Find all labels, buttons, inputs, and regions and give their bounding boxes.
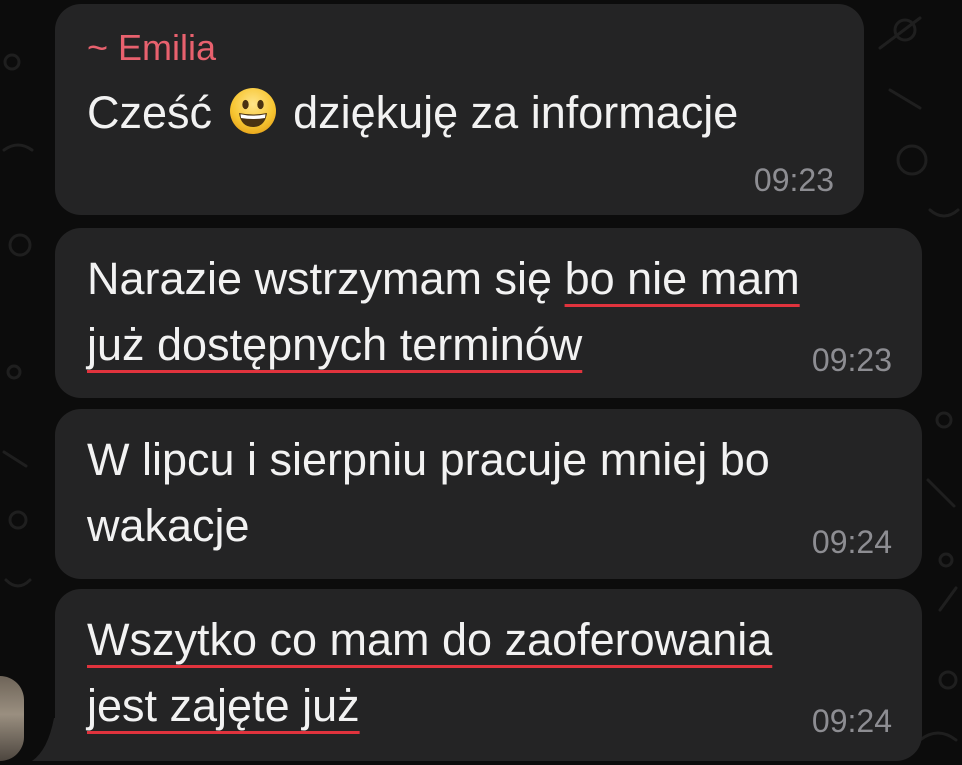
spellcheck-underlined-text: już dostępnych terminów (87, 319, 583, 370)
message-text-part: dziękuję za informacje (293, 87, 739, 138)
message-bubble-4[interactable]: Wszytko co mam do zaoferowania jest zajęt… (55, 589, 922, 761)
message-text: Narazie wstrzymam się bo nie mam już dost… (87, 246, 800, 378)
message-text-part: Cześć (87, 87, 213, 138)
message-bubble-3[interactable]: W lipcu i sierpniu pracuje mniej bo wakac… (55, 409, 922, 579)
message-timestamp: 09:24 (811, 703, 892, 739)
message-text-part: Narazie wstrzymam się (87, 253, 565, 304)
sender-name[interactable]: ~ Emilia (87, 26, 216, 70)
message-text-line: wakacje (87, 500, 250, 551)
spellcheck-underlined-text: jest zajęte już (87, 680, 360, 731)
spellcheck-underlined-text: Wszytko co mam do zaoferowania (87, 614, 773, 665)
sender-avatar[interactable] (0, 676, 24, 761)
spellcheck-underlined-text: bo nie mam (564, 253, 800, 304)
message-timestamp: 09:23 (811, 342, 892, 378)
message-bubble-2[interactable]: Narazie wstrzymam się bo nie mam już dost… (55, 228, 922, 398)
message-text: Wszytko co mam do zaoferowania jest zajęt… (87, 607, 772, 739)
grinning-face-emoji-icon (228, 86, 278, 154)
message-text: W lipcu i sierpniu pracuje mniej bo wakac… (87, 427, 770, 559)
message-timestamp: 09:24 (811, 524, 892, 560)
message-text-line: W lipcu i sierpniu pracuje mniej bo (87, 434, 770, 485)
message-timestamp: 09:23 (753, 162, 834, 198)
message-bubble-emilia-1[interactable]: ~ Emilia Cześć dziękuję za informacje 09… (55, 4, 864, 215)
message-text: Cześć dziękuję za informacje (87, 80, 738, 154)
